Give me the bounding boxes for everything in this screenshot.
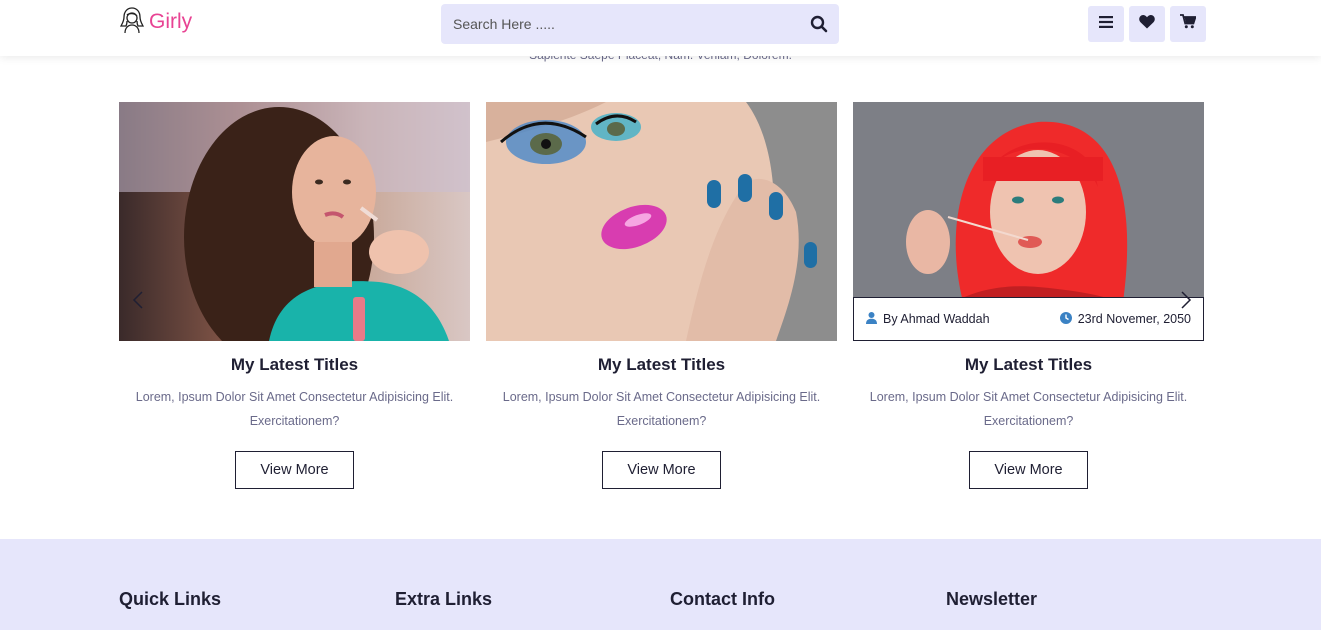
logo-link[interactable]: Girly [119, 6, 193, 39]
wishlist-button[interactable] [1129, 6, 1165, 42]
site-header: Girly [0, 0, 1321, 56]
view-more-button[interactable]: View More [235, 451, 354, 489]
header-icon-group [1088, 6, 1206, 42]
post-meta-bar: By Ahmad Waddah 23rd Novemer, 2050 [853, 297, 1204, 341]
post-date: 23rd Novemer, 2050 [1077, 312, 1191, 326]
footer-heading-extra-links: Extra Links [395, 589, 493, 609]
date-meta: 23rd Novemer, 2050 [1059, 311, 1191, 327]
card-image-eyeshadow [486, 102, 837, 341]
card-description: Lorem, Ipsum Dolor Sit Amet Consectetur … [135, 390, 454, 428]
blog-card: My Latest Titles Lorem, Ipsum Dolor Sit … [486, 102, 837, 489]
menu-icon [1099, 15, 1113, 33]
card-description: Lorem, Ipsum Dolor Sit Amet Consectetur … [869, 390, 1188, 428]
user-icon [866, 311, 877, 327]
card-image-lipgloss [119, 102, 470, 341]
author-meta: By Ahmad Waddah [866, 311, 990, 327]
slider-prev-arrow-icon[interactable] [131, 290, 145, 310]
card-image-redhair: By Ahmad Waddah 23rd Novemer, 2050 [853, 102, 1204, 341]
cart-button[interactable] [1170, 6, 1206, 42]
footer-heading-newsletter: Newsletter [946, 589, 1038, 609]
site-footer: Quick Links Extra Links Contact Info New… [0, 539, 1321, 630]
card-title: My Latest Titles [597, 355, 726, 374]
slider-next-arrow-icon[interactable] [1179, 290, 1193, 310]
menu-button[interactable] [1088, 6, 1124, 42]
clock-icon [1059, 311, 1072, 327]
logo-girl-icon [119, 6, 145, 39]
card-description: Lorem, Ipsum Dolor Sit Amet Consectetur … [502, 390, 821, 428]
search-icon[interactable] [807, 12, 831, 36]
blog-card: My Latest Titles Lorem, Ipsum Dolor Sit … [119, 102, 470, 489]
search-box [441, 4, 839, 44]
card-title: My Latest Titles [230, 355, 359, 374]
logo-text: Girly [149, 10, 193, 33]
view-more-button[interactable]: View More [969, 451, 1088, 489]
blog-card: By Ahmad Waddah 23rd Novemer, 2050 My La… [853, 102, 1204, 489]
footer-heading-quick-links: Quick Links [119, 589, 222, 609]
footer-heading-contact-info: Contact Info [670, 589, 775, 609]
search-input[interactable] [453, 4, 793, 44]
view-more-button[interactable]: View More [602, 451, 721, 489]
author-name: By Ahmad Waddah [883, 312, 990, 326]
cart-icon [1180, 14, 1197, 34]
heart-icon [1139, 14, 1155, 34]
card-title: My Latest Titles [964, 355, 1093, 374]
